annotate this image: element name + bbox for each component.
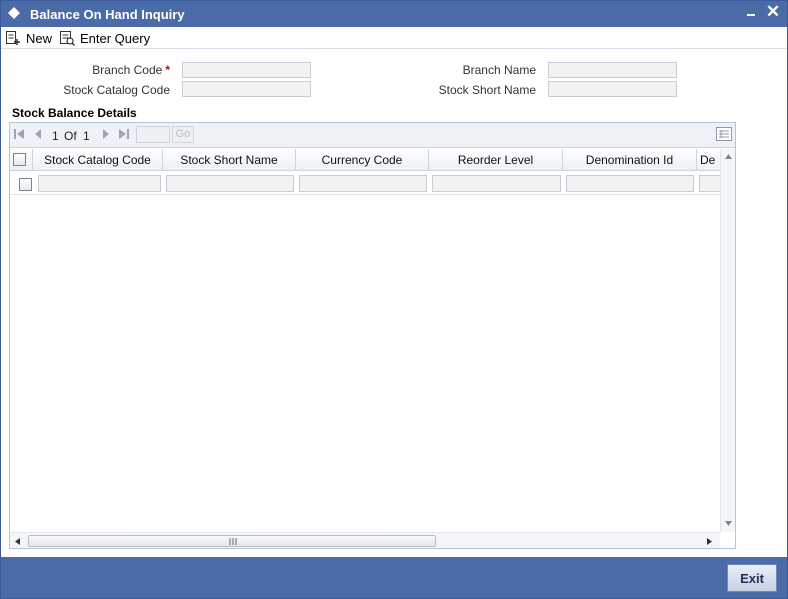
- stock-catalog-code-label: Stock Catalog Code: [63, 83, 170, 97]
- grid-header-row: Stock Catalog Code Stock Short Name Curr…: [10, 149, 720, 171]
- last-page-icon[interactable]: [117, 127, 131, 141]
- select-all-checkbox[interactable]: [13, 153, 26, 166]
- stock-short-name-label: Stock Short Name: [438, 83, 536, 97]
- exit-button[interactable]: Exit: [727, 564, 777, 592]
- first-page-icon[interactable]: [12, 127, 26, 141]
- column-header-stock-catalog-code[interactable]: Stock Catalog Code: [33, 149, 163, 170]
- enter-query-icon: [60, 31, 75, 46]
- scroll-down-icon[interactable]: [724, 520, 733, 527]
- current-page-number: 1: [52, 129, 59, 143]
- stock-short-name-cell[interactable]: [166, 175, 294, 192]
- horizontal-scrollbar[interactable]: [10, 532, 720, 548]
- go-button[interactable]: Go: [172, 126, 194, 143]
- de-cell[interactable]: [699, 175, 720, 192]
- close-icon[interactable]: ✕: [765, 3, 781, 21]
- column-header-denomination-id[interactable]: Denomination Id: [563, 149, 697, 170]
- currency-code-cell[interactable]: [299, 175, 427, 192]
- denomination-id-cell[interactable]: [566, 175, 694, 192]
- stock-balance-details-title: Stock Balance Details: [12, 106, 137, 120]
- column-header-reorder-level[interactable]: Reorder Level: [429, 149, 563, 170]
- reorder-level-cell[interactable]: [432, 175, 561, 192]
- branch-name-field[interactable]: [548, 62, 677, 78]
- horizontal-scroll-thumb[interactable]: [28, 535, 436, 547]
- column-header-currency-code[interactable]: Currency Code: [296, 149, 429, 170]
- toolbar: New Enter Query: [1, 27, 787, 49]
- column-header-stock-short-name[interactable]: Stock Short Name: [163, 149, 296, 170]
- grid-pager: 1 Of 1 Go: [10, 123, 735, 148]
- table-row: [10, 172, 720, 195]
- stock-short-name-field[interactable]: [548, 81, 677, 97]
- new-document-icon: [6, 31, 20, 45]
- row-select-checkbox[interactable]: [19, 178, 32, 191]
- scroll-left-icon[interactable]: [14, 537, 21, 546]
- new-button-label: New: [26, 30, 53, 46]
- branch-code-field[interactable]: [182, 62, 311, 78]
- enter-query-button-label: Enter Query: [80, 30, 151, 46]
- window-diamond-icon: [8, 7, 20, 19]
- next-page-icon[interactable]: [99, 127, 113, 141]
- balance-on-hand-inquiry-window: Balance On Hand Inquiry ✕ New Enter Quer…: [0, 0, 788, 599]
- previous-page-icon[interactable]: [31, 127, 45, 141]
- minimize-icon[interactable]: [745, 6, 757, 18]
- required-marker: *: [165, 63, 170, 77]
- footer-bar: Exit: [1, 557, 787, 598]
- branch-code-label-text: Branch Code: [92, 63, 163, 77]
- window-title: Balance On Hand Inquiry: [30, 7, 185, 22]
- scroll-grip-icon: [229, 538, 237, 545]
- scroll-up-icon[interactable]: [724, 153, 733, 160]
- page-number-input[interactable]: [136, 126, 170, 143]
- stock-catalog-code-field[interactable]: [182, 81, 311, 97]
- branch-name-label: Branch Name: [462, 63, 536, 77]
- grid-view-icon[interactable]: [716, 127, 732, 141]
- select-all-header: [10, 149, 33, 170]
- enter-query-button[interactable]: Enter Query: [59, 28, 150, 48]
- column-header-de[interactable]: De: [697, 149, 720, 170]
- of-label: Of: [64, 129, 77, 143]
- total-pages-number: 1: [83, 129, 90, 143]
- new-button[interactable]: New: [5, 28, 52, 48]
- stock-catalog-code-cell[interactable]: [38, 175, 161, 192]
- title-bar: Balance On Hand Inquiry ✕: [1, 1, 787, 27]
- scroll-right-icon[interactable]: [706, 537, 713, 546]
- branch-code-label: Branch Code *: [61, 63, 170, 77]
- stock-balance-grid: 1 Of 1 Go Stock Catalog Code Stock Short…: [9, 122, 736, 549]
- vertical-scrollbar[interactable]: [720, 149, 735, 532]
